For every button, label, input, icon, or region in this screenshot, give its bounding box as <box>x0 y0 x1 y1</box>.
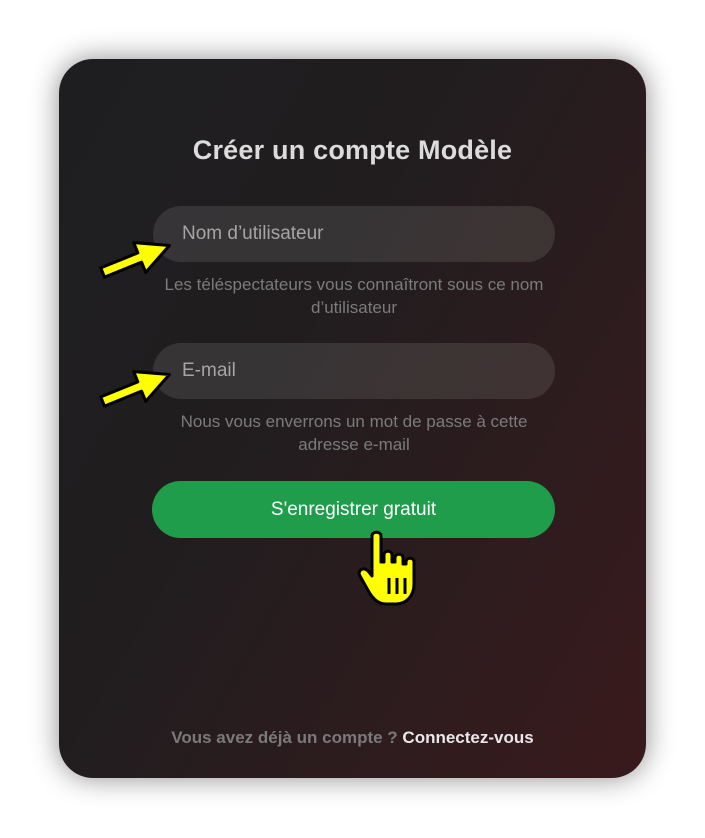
login-prompt-text: Vous avez déjà un compte ? <box>171 728 403 747</box>
email-input[interactable] <box>153 343 555 399</box>
login-prompt: Vous avez déjà un compte ? Connectez-vou… <box>0 728 705 748</box>
username-hint: Les téléspectateurs vous connaîtront sou… <box>164 275 544 317</box>
username-input[interactable] <box>153 206 555 262</box>
yellow-pointer-arrow-icon <box>99 370 171 408</box>
login-link[interactable]: Connectez-vous <box>402 728 533 747</box>
yellow-pointer-arrow-icon <box>99 241 171 279</box>
page-title: Créer un compte Modèle <box>192 135 513 165</box>
page: Créer un compte Modèle Les téléspectateu… <box>0 0 705 838</box>
email-hint: Nous vous enverrons un mot de passe à ce… <box>180 412 528 454</box>
yellow-hand-cursor-icon <box>357 530 416 606</box>
